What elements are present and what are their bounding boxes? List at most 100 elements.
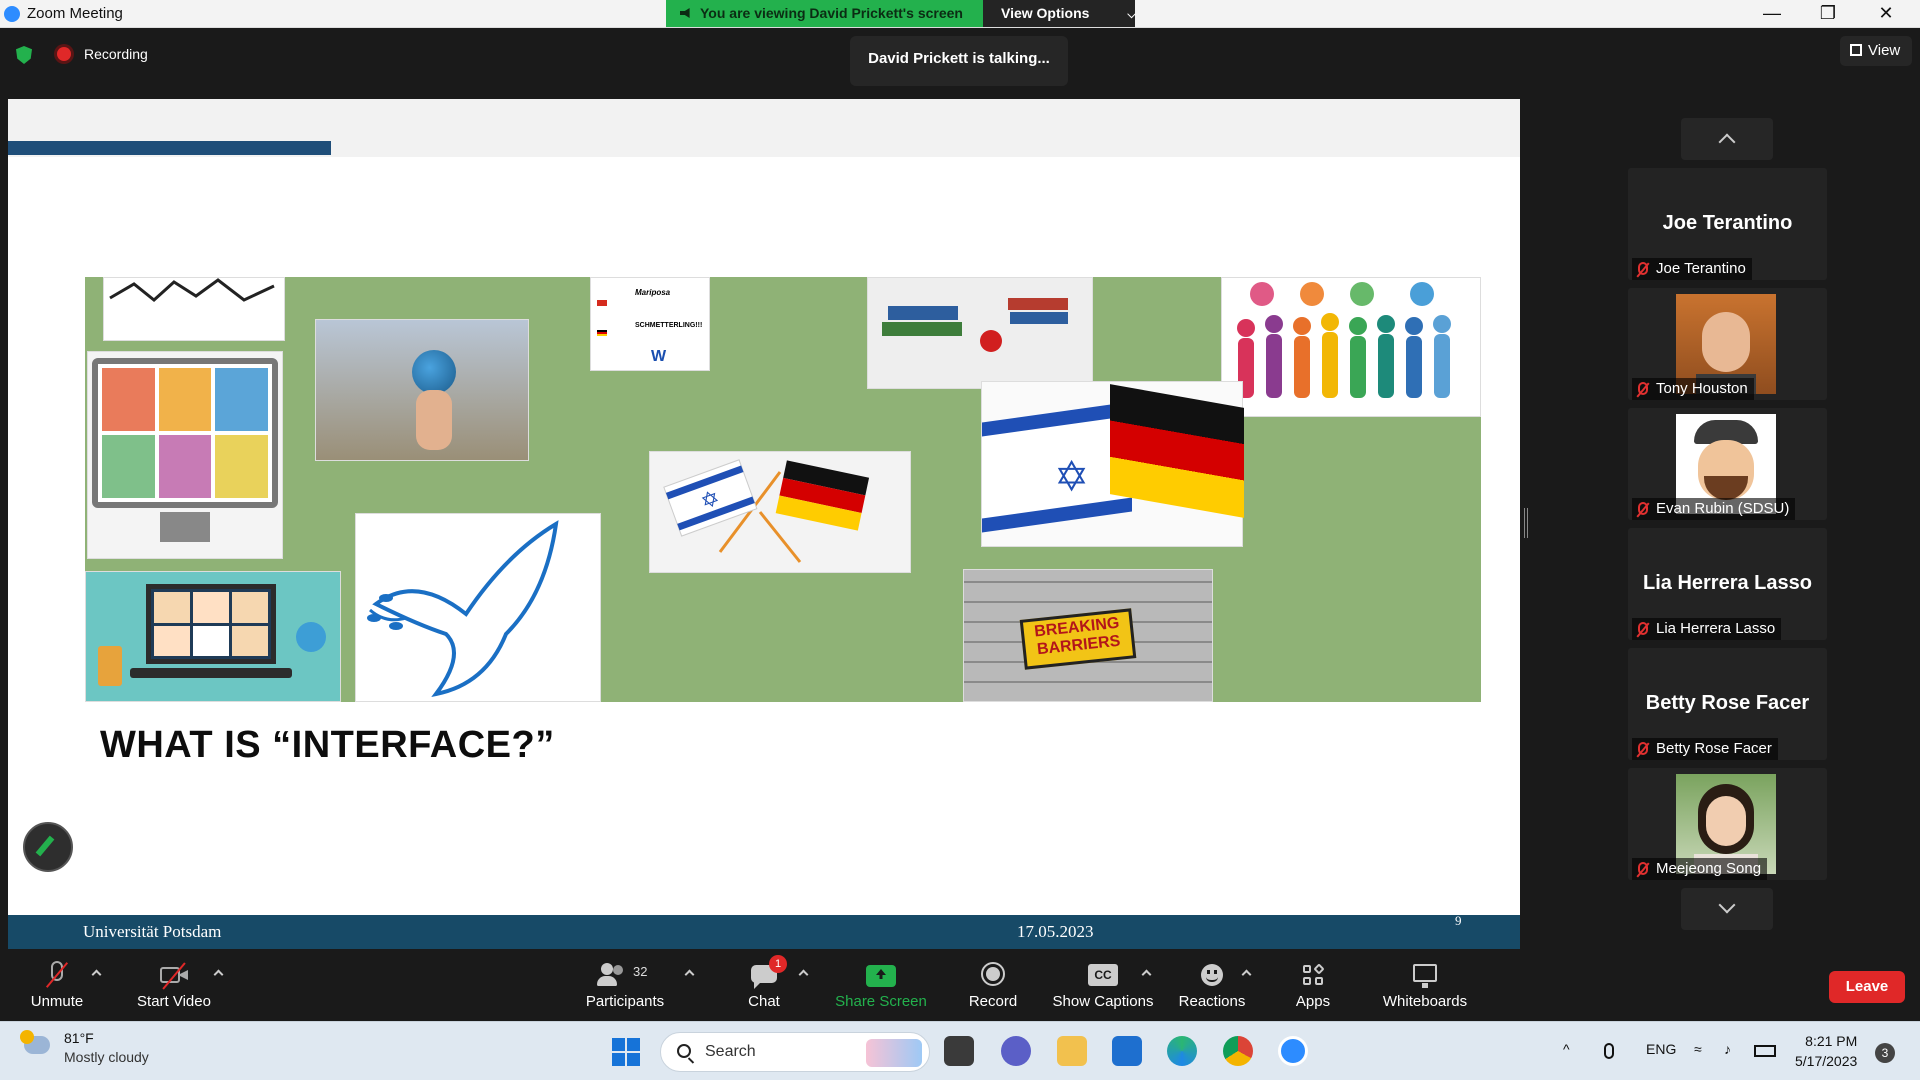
book-shape (888, 306, 958, 320)
leave-button[interactable]: Leave (1829, 971, 1905, 1003)
germany-flag-small-icon (597, 330, 607, 336)
muted-mic-icon (1638, 502, 1648, 515)
whiteboards-button[interactable]: Whiteboards (1378, 949, 1472, 1021)
view-button[interactable]: View (1840, 36, 1912, 66)
record-icon (977, 961, 1009, 989)
minimize-button[interactable]: — (1752, 3, 1792, 24)
chevron-down-icon (1718, 896, 1736, 914)
book-shape (1008, 298, 1068, 310)
battery-icon[interactable] (1754, 1045, 1776, 1057)
search-placeholder: Search (705, 1043, 756, 1060)
monitor-stand (160, 512, 210, 542)
show-captions-button[interactable]: CC Show Captions (1050, 949, 1156, 1021)
apps-button[interactable]: Apps (1290, 949, 1336, 1021)
participant-name: Meejeong Song (1656, 860, 1762, 877)
participant-tile[interactable]: Evan Rubin (SDSU) (1628, 408, 1827, 520)
participant-name: Evan Rubin (SDSU) (1656, 500, 1790, 517)
participants-options-caret[interactable] (684, 969, 695, 980)
shared-slide: Mariposa SCHMETTERLING!!! W ✡ ✡ BREAKING… (8, 99, 1520, 949)
search-icon (677, 1044, 691, 1058)
panel-resize-handle[interactable] (1524, 508, 1528, 538)
start-video-button[interactable]: Start Video (130, 949, 218, 1021)
clock-time: 8:21 PM (1805, 1033, 1858, 1049)
volume-icon[interactable]: ♪ (1724, 1041, 1731, 1057)
spain-flag-icon (597, 300, 607, 306)
notification-badge[interactable]: 3 (1875, 1043, 1895, 1063)
participant-tile[interactable]: Tony Houston (1628, 288, 1827, 400)
record-label: Record (968, 993, 1018, 1010)
unmute-button[interactable]: Unmute (22, 949, 92, 1021)
collage-books-image (867, 277, 1093, 389)
participant-tile[interactable]: Joe Terantino Joe Terantino (1628, 168, 1827, 280)
chat-options-caret[interactable] (798, 969, 809, 980)
record-button[interactable]: Record (960, 949, 1026, 1021)
task-view-icon[interactable] (944, 1036, 974, 1066)
small-globe-icon (296, 622, 326, 652)
weather-description[interactable]: Mostly cloudy (64, 1049, 149, 1065)
participant-name: Lia Herrera Lasso (1656, 620, 1776, 637)
participant-label: Joe Terantino (1632, 258, 1752, 280)
butterfly-icon: W (651, 348, 667, 365)
speaker-icon (680, 8, 690, 18)
microsoft-store-icon[interactable] (1112, 1036, 1142, 1066)
windows-start-icon[interactable] (612, 1038, 640, 1066)
scroll-down-button[interactable] (1681, 888, 1773, 930)
laptop-screen (146, 584, 276, 664)
monitor-screen (92, 358, 278, 508)
participant-label: Tony Houston (1632, 378, 1754, 400)
collage-diverse-people-image (1221, 277, 1481, 417)
footer-university: Universität Potsdam (83, 922, 222, 941)
captions-icon: CC (1087, 961, 1119, 989)
image-collage: Mariposa SCHMETTERLING!!! W ✡ ✡ BREAKING… (85, 277, 1481, 702)
chat-unread-badge: 1 (769, 955, 787, 973)
participant-label: Evan Rubin (SDSU) (1632, 498, 1796, 520)
microphone-icon[interactable] (1604, 1043, 1614, 1059)
close-button[interactable]: ✕ (1866, 3, 1906, 24)
participant-display-name: Betty Rose Facer (1645, 692, 1810, 714)
zoom-taskbar-icon[interactable] (1278, 1036, 1308, 1066)
participants-button[interactable]: 32 Participants (580, 949, 670, 1021)
participant-label: Meejeong Song (1632, 858, 1768, 880)
restore-button[interactable]: ❐ (1808, 3, 1848, 24)
chevron-up-icon[interactable]: ^ (1563, 1041, 1570, 1057)
muted-mic-icon (1638, 862, 1648, 875)
view-label: View (1868, 42, 1901, 59)
hand-shape (416, 390, 452, 450)
scroll-up-button[interactable] (1681, 118, 1773, 160)
teams-chat-icon[interactable] (1001, 1036, 1031, 1066)
collage-handshake-flags: ✡ (981, 381, 1244, 547)
apps-icon (1297, 961, 1329, 989)
cloud-sun-icon[interactable] (20, 1030, 50, 1054)
participants-icon: 32 (595, 961, 655, 989)
smiley-icon (1196, 961, 1228, 989)
participant-tile[interactable]: Betty Rose Facer Betty Rose Facer (1628, 648, 1827, 760)
footer-page-number: 9 (1455, 913, 1462, 928)
muted-mic-icon (1638, 622, 1648, 635)
audio-options-caret[interactable] (91, 969, 102, 980)
crossed-flags-drawing: ✡ (663, 459, 870, 563)
system-clock[interactable]: 8:21 PM 5/17/2023 (1795, 1031, 1857, 1071)
share-screen-button[interactable]: Share Screen (832, 949, 930, 1021)
chat-icon: 1 (748, 955, 787, 989)
collage-laptop-video-call (85, 571, 341, 702)
taskbar-search[interactable]: Search (660, 1032, 930, 1072)
face-shape (1706, 796, 1746, 846)
view-options-button[interactable]: View Options ⌵ (983, 0, 1136, 27)
reactions-button[interactable]: Reactions (1176, 949, 1248, 1021)
edge-browser-icon[interactable] (1167, 1036, 1197, 1066)
collage-peace-dove (355, 513, 601, 702)
chat-button[interactable]: 1 Chat (736, 949, 792, 1021)
annotate-pencil-icon[interactable] (23, 822, 73, 872)
file-explorer-icon[interactable] (1057, 1036, 1087, 1066)
language-indicator[interactable]: ENG (1646, 1041, 1676, 1057)
zoom-app-icon (4, 6, 20, 22)
weather-temperature[interactable]: 81°F (64, 1030, 94, 1046)
participant-count: 32 (633, 964, 648, 979)
chrome-browser-icon[interactable] (1223, 1036, 1253, 1066)
share-status-text: You are viewing David Prickett's screen (700, 5, 963, 21)
title-bar: Zoom Meeting You are viewing David Prick… (0, 0, 1920, 28)
plant-pot (98, 646, 122, 686)
participant-tile[interactable]: Meejeong Song (1628, 768, 1827, 880)
participant-tile[interactable]: Lia Herrera Lasso Lia Herrera Lasso (1628, 528, 1827, 640)
wifi-icon[interactable]: ≈ (1694, 1041, 1702, 1057)
